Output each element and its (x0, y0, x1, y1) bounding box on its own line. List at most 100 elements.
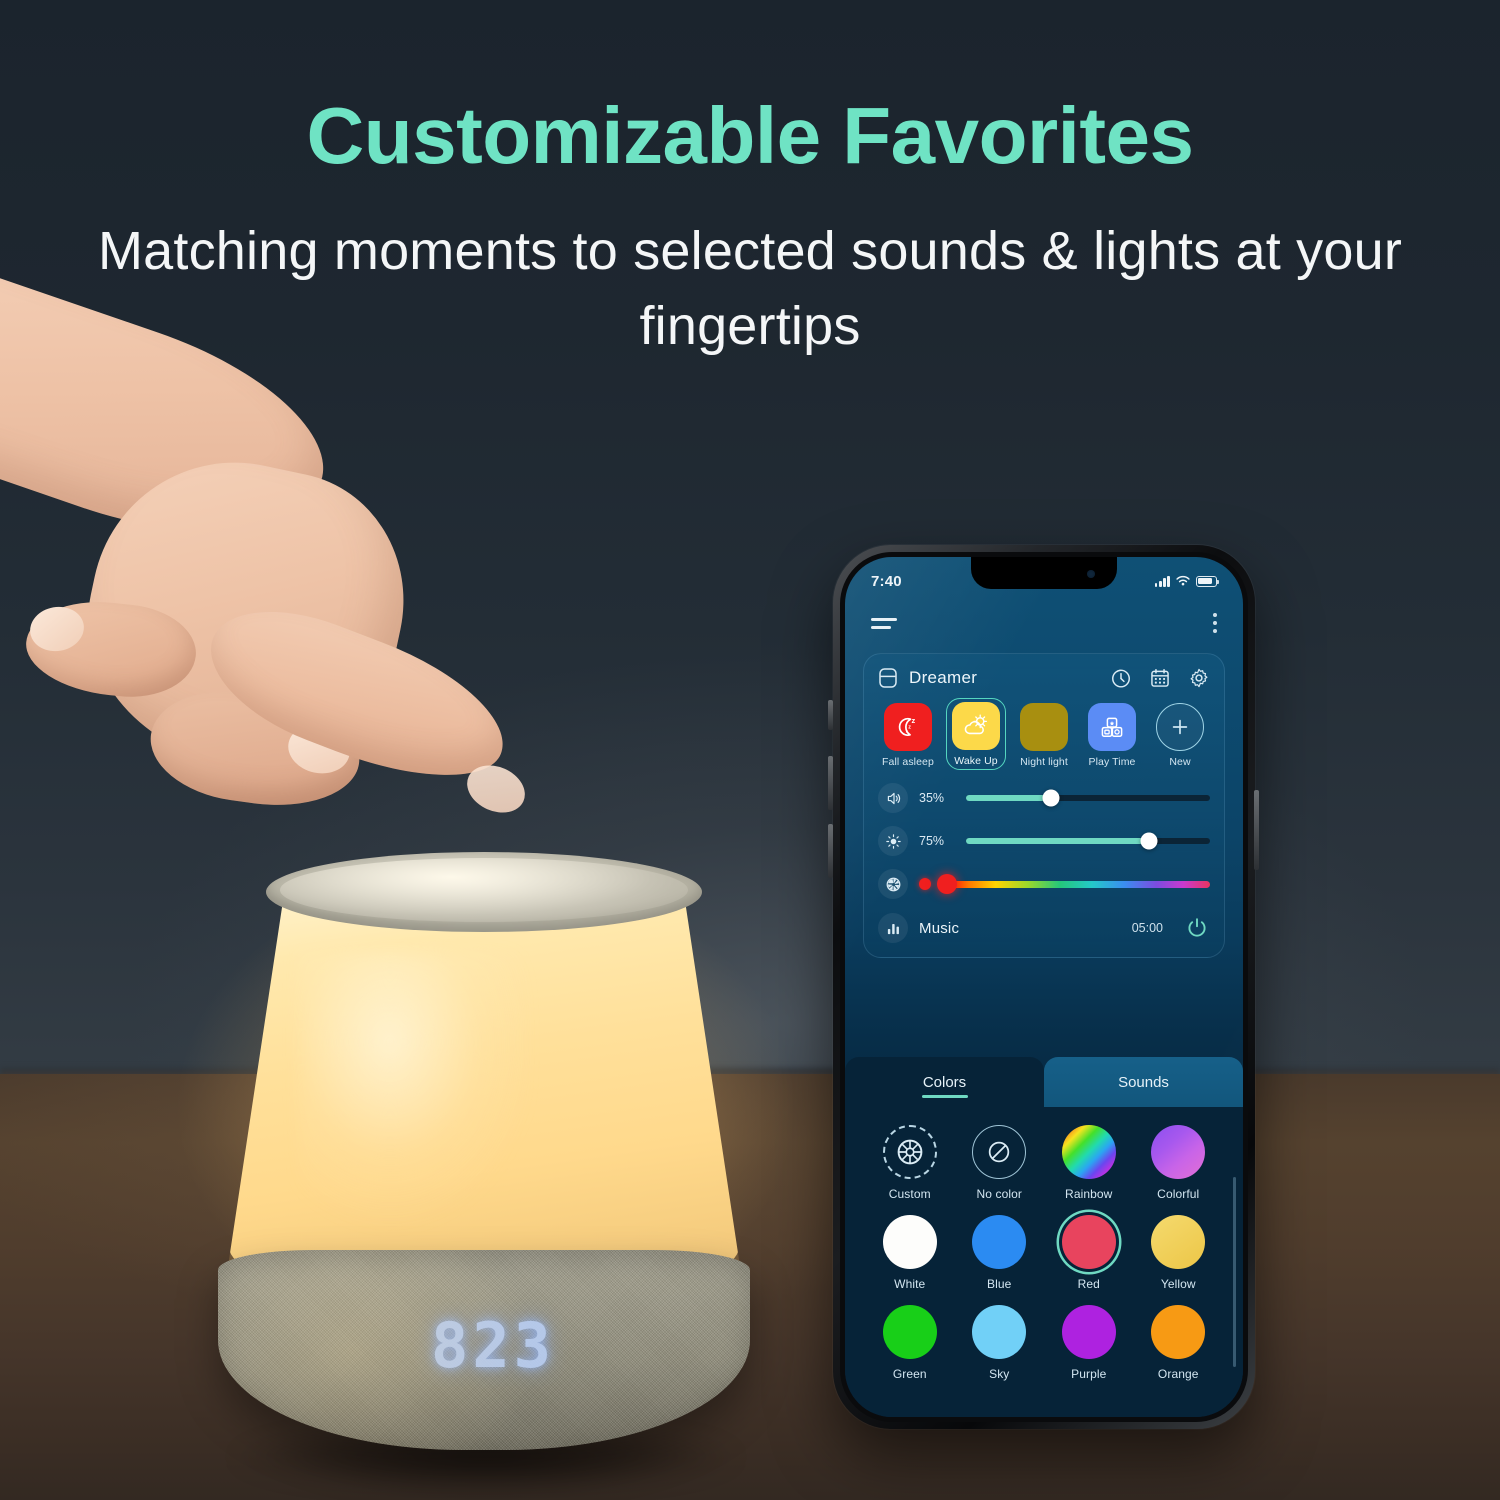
swatch-red-circle (1061, 1215, 1116, 1269)
swatch-yellow-circle (1151, 1215, 1206, 1269)
tab-sounds[interactable]: Sounds (1044, 1057, 1243, 1107)
volume-value: 35% (919, 791, 945, 805)
battery-icon (1196, 575, 1220, 587)
lamp-shade (228, 892, 740, 1282)
swatch-label-custom: Custom (888, 1187, 931, 1201)
color-swatch-panel: Custom No color Rainbow Colorful White B… (845, 1107, 1243, 1417)
swatch-blue-circle (972, 1215, 1027, 1269)
equalizer-bars-icon (878, 913, 908, 943)
scene-label-night-light: Night light (1020, 756, 1068, 768)
swatch-custom-circle (882, 1125, 937, 1179)
content-tabs: Colors Sounds (845, 1057, 1243, 1107)
swatch-scrollbar[interactable] (1233, 1177, 1236, 1367)
color-control-row (878, 869, 1210, 899)
color-spectrum-knob[interactable] (937, 874, 958, 894)
brightness-slider-knob[interactable] (1140, 832, 1158, 850)
front-camera-icon (1087, 570, 1095, 578)
swatch-white-circle (882, 1215, 937, 1269)
status-bar-icons (1154, 575, 1220, 587)
device-control-card: Dreamer z z z Fall asleep Wake Up Night … (863, 653, 1225, 958)
scene-label-fall-asleep: Fall asleep (882, 756, 934, 768)
volume-slider-knob[interactable] (1042, 789, 1060, 807)
swatch-orange[interactable]: Orange (1134, 1305, 1224, 1381)
swatch-label-yellow: Yellow (1160, 1277, 1196, 1291)
brightness-slider[interactable] (966, 832, 1210, 850)
swatch-blue[interactable]: Blue (955, 1215, 1045, 1291)
svg-text:z: z (906, 729, 908, 734)
gear-icon[interactable] (1188, 667, 1210, 689)
status-bar-time: 7:40 (871, 572, 902, 590)
color-spectrum-slider[interactable] (937, 874, 1210, 894)
phone-power-button[interactable] (1254, 790, 1259, 870)
hero-text-block: Customizable Favorites Matching moments … (0, 96, 1500, 363)
scene-label-play-time: Play Time (1088, 756, 1136, 768)
color-swatch-grid: Custom No color Rainbow Colorful White B… (865, 1125, 1223, 1381)
swatch-no-color-circle (972, 1125, 1027, 1179)
swatch-label-red: Red (1077, 1277, 1100, 1291)
scene-new[interactable]: New (1150, 703, 1210, 768)
power-icon[interactable] (1184, 915, 1210, 941)
page-title: Customizable Favorites (306, 91, 1194, 180)
phone-volume-down-button[interactable] (828, 824, 833, 878)
swatch-custom[interactable]: Custom (865, 1125, 955, 1201)
timer-icon[interactable] (1110, 667, 1132, 689)
scene-wake-up[interactable]: Wake Up (946, 698, 1006, 770)
swatch-green-circle (882, 1305, 937, 1359)
color-wheel-icon (897, 1139, 923, 1165)
swatch-purple[interactable]: Purple (1044, 1305, 1134, 1381)
speaker-volume-icon (878, 783, 908, 813)
swatch-colorful-circle (1151, 1125, 1206, 1179)
swatch-green[interactable]: Green (865, 1305, 955, 1381)
scene-label-new: New (1169, 756, 1191, 768)
swatch-label-green: Green (892, 1367, 927, 1381)
swatch-rainbow[interactable]: Rainbow (1044, 1125, 1134, 1201)
scene-tile-night-light (1020, 703, 1068, 751)
scene-fall-asleep[interactable]: z z z Fall asleep (878, 703, 938, 768)
lamp-fabric-base: 823 (218, 1250, 750, 1450)
phone-notch (971, 557, 1117, 589)
swatch-label-colorful: Colorful (1157, 1187, 1200, 1201)
plus-icon (1172, 719, 1188, 735)
swatch-label-sky: Sky (989, 1367, 1010, 1381)
phone-volume-up-button[interactable] (828, 756, 833, 810)
color-wheel-icon (878, 869, 908, 899)
swatch-rainbow-circle (1061, 1125, 1116, 1179)
marketing-hero-stage: Customizable Favorites Matching moments … (0, 0, 1500, 1500)
scene-tile-fall-asleep: z z z (884, 703, 932, 751)
scene-night-light[interactable]: Night light (1014, 703, 1074, 768)
swatch-label-blue: Blue (987, 1277, 1012, 1291)
device-identity: Dreamer (878, 667, 977, 689)
current-color-dot (919, 878, 931, 890)
lamp-highlight (298, 952, 528, 1252)
volume-slider[interactable] (966, 789, 1210, 807)
swatch-colorful[interactable]: Colorful (1134, 1125, 1224, 1201)
page-subtitle: Matching moments to selected sounds & li… (97, 221, 1403, 356)
swatch-no-color[interactable]: No color (955, 1125, 1045, 1201)
lamp-clock-display: 823 (431, 1308, 555, 1382)
scene-shortcuts: z z z Fall asleep Wake Up Night light Pl… (878, 698, 1210, 770)
swatch-sky[interactable]: Sky (955, 1305, 1045, 1381)
brightness-slider-fill (966, 838, 1149, 844)
scene-tile-new (1156, 703, 1204, 751)
tab-sounds-label: Sounds (1118, 1073, 1169, 1091)
kebab-menu-icon[interactable] (1213, 613, 1217, 633)
wifi-icon (1176, 575, 1190, 586)
calendar-icon[interactable] (1149, 667, 1171, 689)
app-bar (845, 601, 1243, 645)
phone-silent-switch[interactable] (828, 700, 833, 730)
svg-text:z: z (912, 716, 916, 725)
tab-colors[interactable]: Colors (845, 1057, 1044, 1107)
volume-slider-fill (966, 795, 1052, 801)
device-header: Dreamer (878, 667, 1210, 689)
swatch-white[interactable]: White (865, 1215, 955, 1291)
music-timer: 05:00 (1131, 921, 1163, 935)
scene-play-time[interactable]: Play Time (1082, 703, 1142, 768)
swatch-red[interactable]: Red (1044, 1215, 1134, 1291)
swatch-yellow[interactable]: Yellow (1134, 1215, 1224, 1291)
cellular-bars-icon (1154, 575, 1170, 587)
hamburger-menu-icon[interactable] (871, 617, 897, 629)
smartphone-mockup: 7:40 Dreamer z z z Fall asleep Wake Up N… (833, 545, 1255, 1429)
swatch-label-rainbow: Rainbow (1065, 1187, 1113, 1201)
moon-zzz-icon: z z z (898, 716, 916, 736)
phone-screen: 7:40 Dreamer z z z Fall asleep Wake Up N… (845, 557, 1243, 1417)
